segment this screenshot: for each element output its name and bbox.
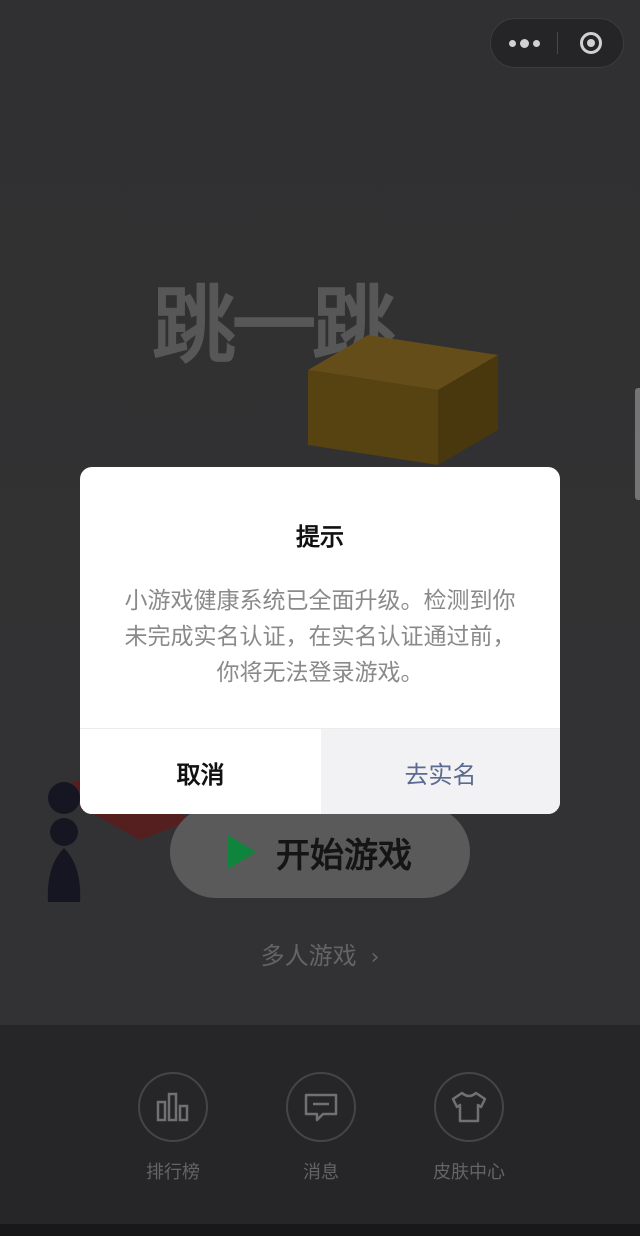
dialog-title: 提示 xyxy=(296,523,344,551)
cancel-button[interactable]: 取消 xyxy=(80,729,321,814)
dialog-actions: 取消 去实名 xyxy=(80,728,560,814)
realname-dialog: 提示 小游戏健康系统已全面升级。检测到你未完成实名认证，在实名认证通过前，你将无… xyxy=(80,467,560,814)
game-screen: 跳一跳 开始游戏 多人游戏 › 排行榜 消息 皮肤中心 提示 小游戏健康系统已全… xyxy=(0,0,640,1236)
dialog-message: 小游戏健康系统已全面升级。检测到你未完成实名认证，在实名认证通过前，你将无法登录… xyxy=(124,588,516,686)
verify-identity-button[interactable]: 去实名 xyxy=(321,729,560,814)
